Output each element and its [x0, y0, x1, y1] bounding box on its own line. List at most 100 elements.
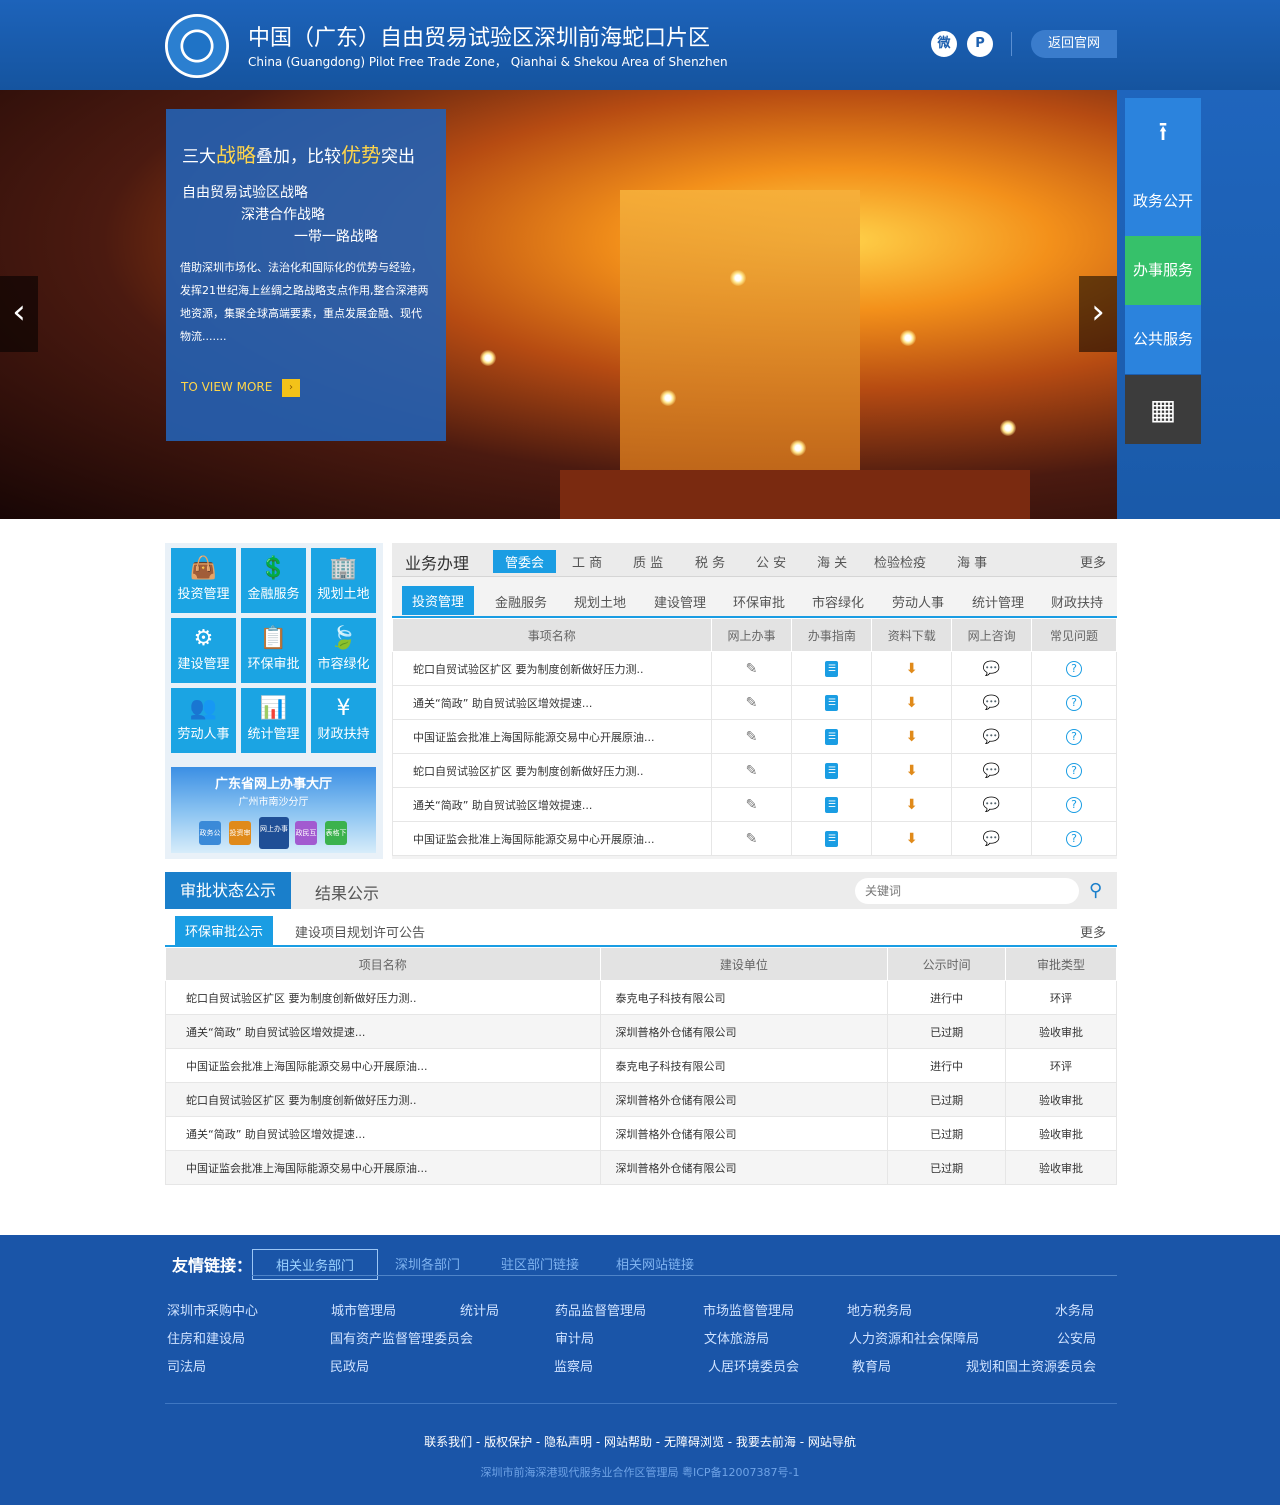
footer-tab[interactable]: 深圳各部门 [395, 1254, 460, 1273]
footer-link[interactable]: 公安局 [1057, 1328, 1096, 1347]
subtab[interactable]: 劳动人事 [892, 592, 944, 611]
footer-tab[interactable]: 相关网站链接 [616, 1254, 694, 1273]
search-icon[interactable]: ⚲ [1089, 880, 1102, 901]
question-icon[interactable]: ? [1066, 830, 1083, 847]
edit-icon[interactable]: ✎ [746, 695, 758, 711]
tile-labor[interactable]: 👥 劳动人事 [171, 688, 236, 753]
next-slide-button[interactable]: › [1079, 276, 1117, 352]
edit-icon[interactable]: ✎ [746, 831, 758, 847]
edit-icon[interactable]: ✎ [746, 729, 758, 745]
guide-icon[interactable]: ☰ [825, 797, 839, 813]
search-input[interactable] [855, 878, 1079, 904]
cat-tab[interactable]: 税 务 [695, 552, 725, 571]
cat-tab[interactable]: 工 商 [572, 552, 602, 571]
tile-statistics[interactable]: 📊 统计管理 [241, 688, 306, 753]
subtab[interactable]: 投资管理 [402, 586, 475, 615]
download-icon[interactable]: ⬇ [906, 763, 918, 779]
cat-tab[interactable]: 海 关 [817, 552, 847, 571]
download-icon[interactable]: ⬇ [906, 797, 918, 813]
business-more-link[interactable]: 更多 [1080, 552, 1106, 571]
question-icon[interactable]: ? [1066, 694, 1083, 711]
cat-tab[interactable]: 质 监 [633, 552, 663, 571]
project-name[interactable]: 中国证监会批准上海国际能源交易中心开展原油... [165, 1048, 601, 1083]
download-icon[interactable]: ⬇ [906, 661, 918, 677]
chat-icon[interactable]: 💬 [983, 729, 1000, 745]
footer-link[interactable]: 审计局 [555, 1328, 594, 1347]
project-name[interactable]: 中国证监会批准上海国际能源交易中心开展原油... [165, 1150, 601, 1185]
tile-finance[interactable]: 💲 金融服务 [241, 548, 306, 613]
footer-link[interactable]: 规划和国土资源委员会 [966, 1356, 1096, 1375]
footer-link[interactable]: 住房和建设局 [167, 1328, 245, 1347]
subtab[interactable]: 建设管理 [654, 592, 706, 611]
cat-tab[interactable]: 管委会 [493, 550, 557, 573]
footer-link[interactable]: 深圳市采购中心 [167, 1300, 258, 1319]
tile-greening[interactable]: 🍃 市容绿化 [311, 618, 376, 683]
approval-more-link[interactable]: 更多 [1080, 922, 1106, 941]
footer-link[interactable]: 教育局 [852, 1356, 891, 1375]
tile-planning[interactable]: 🏢 规划土地 [311, 548, 376, 613]
tab-results[interactable]: 结果公示 [315, 880, 379, 904]
side-nav-services[interactable]: 办事服务 [1125, 236, 1201, 305]
weibo-icon[interactable]: 微 [931, 31, 957, 57]
view-more-arrow-icon[interactable]: › [282, 379, 300, 397]
guide-icon[interactable]: ☰ [825, 661, 839, 677]
view-more-link[interactable]: TO VIEW MORE [181, 380, 272, 394]
footer-link[interactable]: 民政局 [330, 1356, 369, 1375]
online-hall-banner[interactable]: 广东省网上办事大厅 广州市南沙分厅 政务公开 投资审批 网上办事 政民互动 表格… [171, 767, 376, 853]
edit-icon[interactable]: ✎ [746, 661, 758, 677]
guide-icon[interactable]: ☰ [825, 763, 839, 779]
side-nav-public-affairs[interactable]: 政务公开 [1125, 167, 1201, 236]
subtab[interactable]: 环保审批 [733, 592, 785, 611]
footer-link[interactable]: 统计局 [460, 1300, 499, 1319]
chat-icon[interactable]: 💬 [983, 831, 1000, 847]
footer-link[interactable]: 人力资源和社会保障局 [849, 1328, 979, 1347]
footer-link[interactable]: 司法局 [167, 1356, 206, 1375]
back-to-official-button[interactable]: 返回官网 [1031, 30, 1117, 58]
chat-icon[interactable]: 💬 [983, 797, 1000, 813]
footer-link[interactable]: 人居环境委员会 [708, 1356, 799, 1375]
item-name[interactable]: 通关“简政” 助自贸试验区增效提速... [392, 787, 712, 822]
footer-link[interactable]: 药品监督管理局 [555, 1300, 646, 1319]
guide-icon[interactable]: ☰ [825, 695, 839, 711]
share-icon[interactable]: P [967, 31, 993, 57]
question-icon[interactable]: ? [1066, 728, 1083, 745]
footer-link[interactable]: 水务局 [1055, 1300, 1094, 1319]
edit-icon[interactable]: ✎ [746, 797, 758, 813]
download-icon[interactable]: ⬇ [906, 729, 918, 745]
tile-investment[interactable]: 👜 投资管理 [171, 548, 236, 613]
footer-tab[interactable]: 驻区部门链接 [501, 1254, 579, 1273]
footer-link[interactable]: 城市管理局 [331, 1300, 396, 1319]
tile-construction[interactable]: ⚙ 建设管理 [171, 618, 236, 683]
subtab[interactable]: 市容绿化 [812, 592, 864, 611]
subtab[interactable]: 规划土地 [574, 592, 626, 611]
project-name[interactable]: 蛇口自贸试验区扩区 要为制度创新做好压力测.. [165, 980, 601, 1015]
qr-code-icon[interactable]: ▦ [1125, 375, 1201, 444]
tile-fiscal[interactable]: ¥ 财政扶持 [311, 688, 376, 753]
subtab[interactable]: 统计管理 [972, 592, 1024, 611]
footer-link[interactable]: 文体旅游局 [704, 1328, 769, 1347]
subtab-env-approval[interactable]: 环保审批公示 [175, 916, 274, 945]
item-name[interactable]: 蛇口自贸试验区扩区 要为制度创新做好压力测.. [392, 753, 712, 788]
project-name[interactable]: 通关“简政” 助自贸试验区增效提速... [165, 1014, 601, 1049]
subtab-planning-permit[interactable]: 建设项目规划许可公告 [295, 922, 425, 941]
item-name[interactable]: 通关“简政” 助自贸试验区增效提速... [392, 685, 712, 720]
question-icon[interactable]: ? [1066, 762, 1083, 779]
footer-link[interactable]: 地方税务局 [847, 1300, 912, 1319]
cat-tab[interactable]: 海 事 [957, 552, 987, 571]
chat-icon[interactable]: 💬 [983, 661, 1000, 677]
footer-link[interactable]: 国有资产监督管理委员会 [330, 1328, 473, 1347]
tab-approval-status[interactable]: 审批状态公示 [165, 872, 291, 909]
chat-icon[interactable]: 💬 [983, 763, 1000, 779]
project-name[interactable]: 通关“简政” 助自贸试验区增效提速... [165, 1116, 601, 1151]
item-name[interactable]: 中国证监会批准上海国际能源交易中心开展原油... [392, 821, 712, 856]
item-name[interactable]: 中国证监会批准上海国际能源交易中心开展原油... [392, 719, 712, 754]
subtab[interactable]: 财政扶持 [1051, 592, 1103, 611]
download-icon[interactable]: ⬇ [906, 831, 918, 847]
item-name[interactable]: 蛇口自贸试验区扩区 要为制度创新做好压力测.. [392, 651, 712, 686]
footer-link[interactable]: 监察局 [554, 1356, 593, 1375]
footer-link[interactable]: 市场监督管理局 [703, 1300, 794, 1319]
subtab[interactable]: 金融服务 [495, 592, 547, 611]
cat-tab[interactable]: 检验检疫 [874, 552, 926, 571]
back-to-top-icon[interactable]: ⭱ [1125, 98, 1201, 167]
edit-icon[interactable]: ✎ [746, 763, 758, 779]
